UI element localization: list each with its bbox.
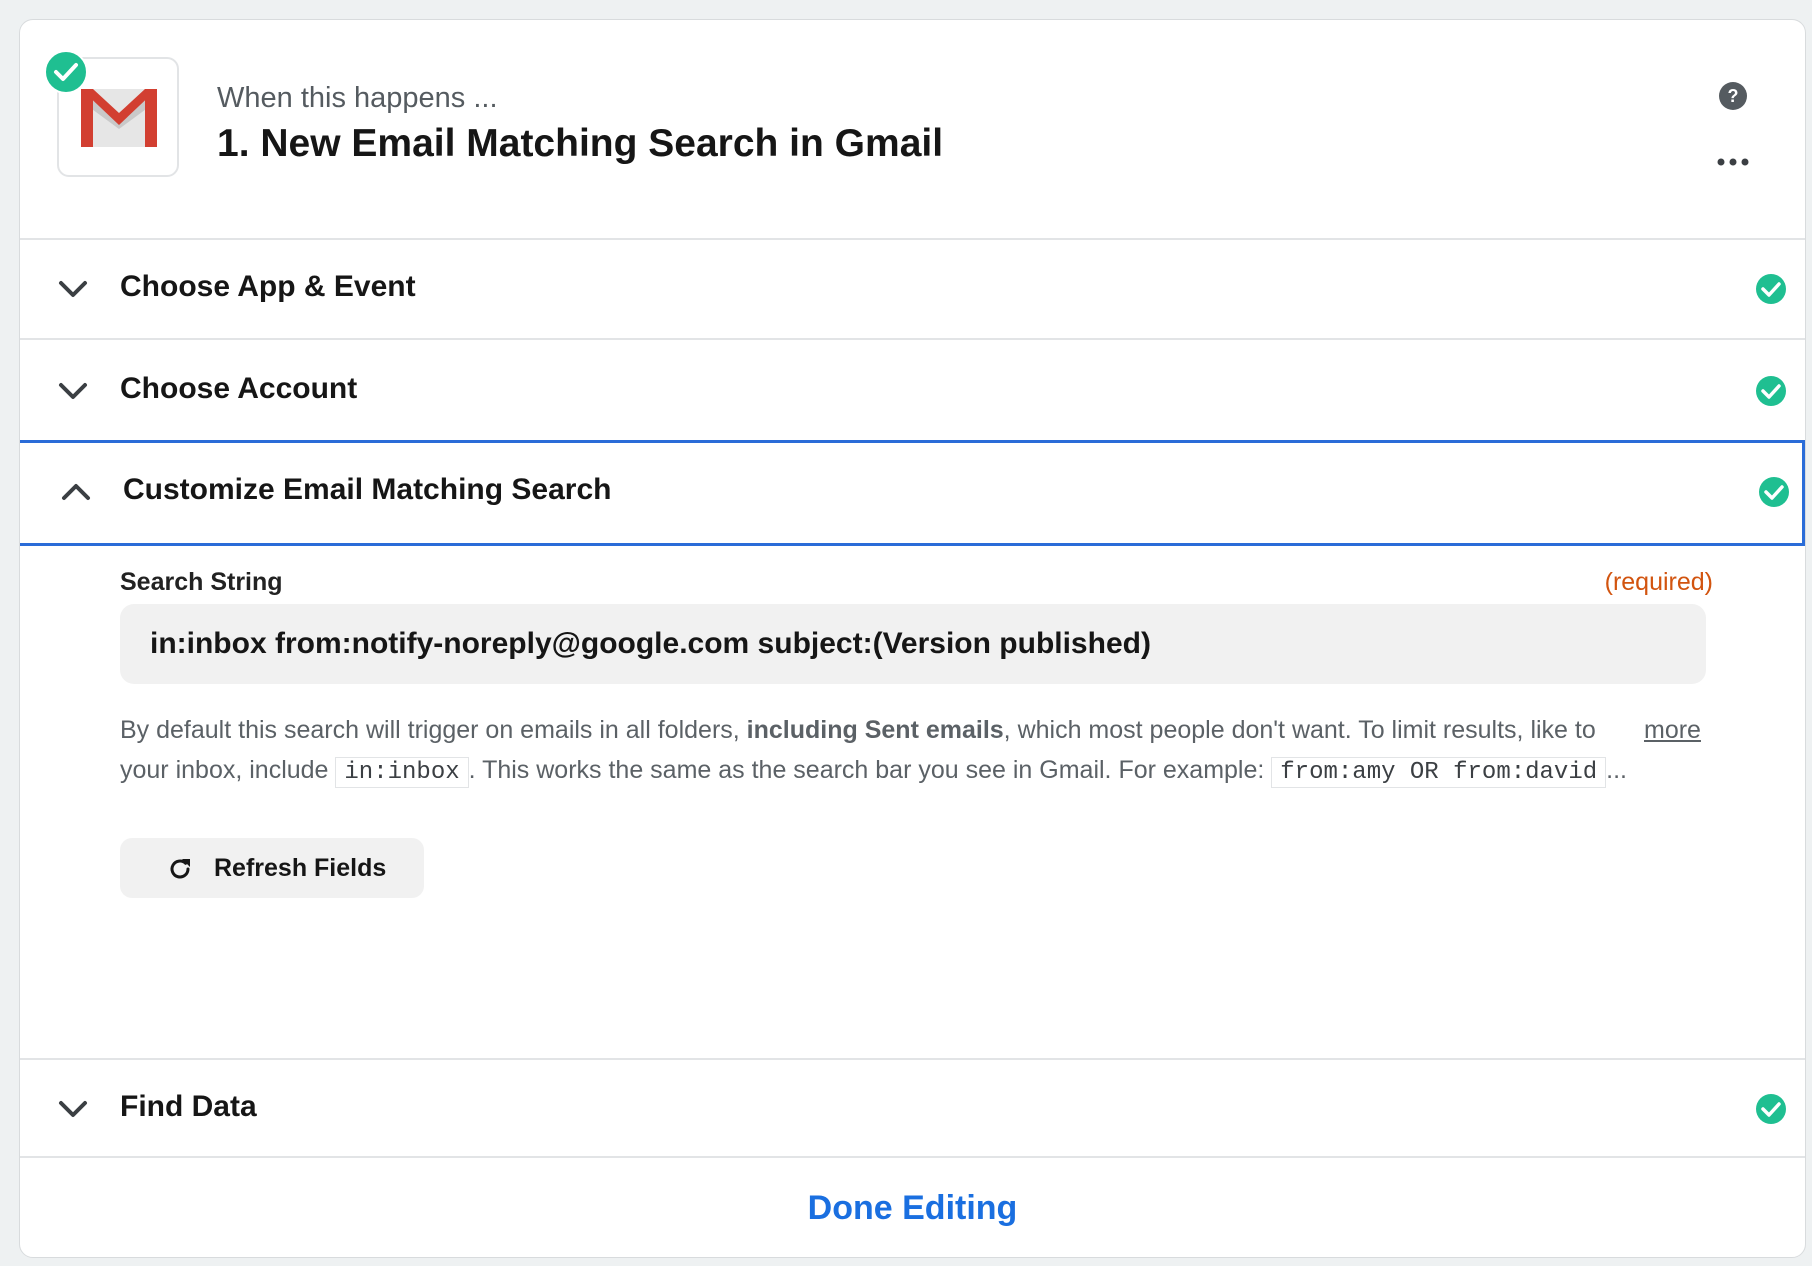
required-indicator: (required) <box>1604 568 1713 596</box>
refresh-fields-button[interactable]: Refresh Fields <box>120 838 424 898</box>
code-snippet: in:inbox <box>335 757 469 788</box>
check-circle-icon <box>1756 274 1786 304</box>
help-text-ellipsis: ... <box>1606 756 1627 784</box>
chevron-up-icon <box>62 484 90 500</box>
section-customize-search[interactable]: Customize Email Matching Search <box>20 440 1805 546</box>
more-horizontal-icon[interactable] <box>1710 154 1756 170</box>
done-editing-button[interactable]: Done Editing <box>20 1158 1805 1257</box>
search-string-label: Search String <box>120 568 283 596</box>
code-snippet: from:amy OR from:david <box>1271 757 1607 788</box>
section-choose-app-event[interactable]: Choose App & Event <box>20 240 1805 340</box>
step-title: 1. New Email Matching Search in Gmail <box>217 122 944 165</box>
section-choose-account[interactable]: Choose Account <box>20 342 1805 442</box>
help-text-part: By default this search will trigger on e… <box>120 716 747 744</box>
help-text-part: . This works the same as the search bar … <box>468 756 1272 784</box>
search-string-input[interactable] <box>120 604 1706 684</box>
gmail-logo-icon <box>81 89 157 147</box>
chevron-down-icon <box>59 1101 87 1117</box>
section-find-data[interactable]: Find Data <box>20 1058 1805 1158</box>
step-subtitle: When this happens ... <box>217 82 498 114</box>
svg-text:?: ? <box>1728 86 1739 106</box>
check-circle-icon <box>44 50 88 94</box>
section-label: Choose App & Event <box>120 270 416 303</box>
refresh-icon <box>170 859 190 879</box>
search-help-text: By default this search will trigger on e… <box>120 710 1630 793</box>
section-label: Find Data <box>120 1090 257 1123</box>
check-circle-icon <box>1759 477 1789 507</box>
question-circle-icon[interactable]: ? <box>1715 78 1751 114</box>
section-label: Choose Account <box>120 372 358 405</box>
chevron-down-icon <box>59 281 87 297</box>
step-header: When this happens ... 1. New Email Match… <box>20 20 1805 240</box>
check-circle-icon <box>1756 376 1786 406</box>
more-link[interactable]: more <box>1644 710 1701 750</box>
refresh-fields-label: Refresh Fields <box>214 854 387 882</box>
help-text-bold: including Sent emails <box>746 716 1004 744</box>
chevron-down-icon <box>59 383 87 399</box>
section-label: Customize Email Matching Search <box>123 473 612 506</box>
check-circle-icon <box>1756 1094 1786 1124</box>
zap-step-card: When this happens ... 1. New Email Match… <box>19 19 1806 1258</box>
